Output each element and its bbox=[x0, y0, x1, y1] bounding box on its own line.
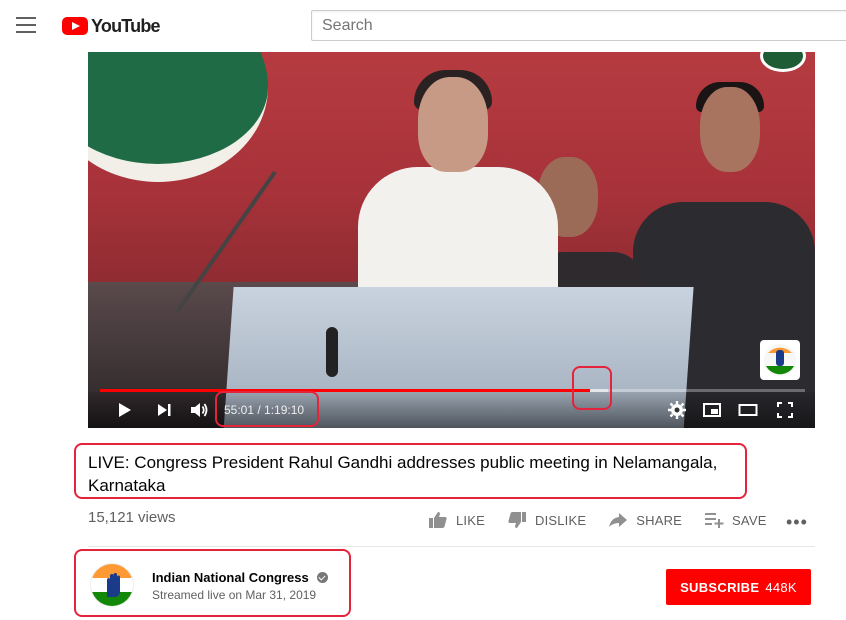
video-title: LIVE: Congress President Rahul Gandhi ad… bbox=[88, 453, 718, 495]
divider bbox=[88, 546, 815, 547]
congress-hand-logo-icon bbox=[91, 564, 133, 606]
miniplayer-icon[interactable] bbox=[702, 400, 722, 420]
current-time: 55:01 bbox=[224, 403, 255, 417]
more-actions-icon[interactable]: ••• bbox=[786, 512, 808, 533]
video-player[interactable]: 55:01 / 1:19:10 bbox=[88, 52, 815, 428]
search-input[interactable] bbox=[311, 10, 846, 41]
like-label: LIKE bbox=[456, 512, 485, 528]
top-bar: YouTube bbox=[0, 0, 846, 52]
settings-gear-icon[interactable] bbox=[667, 400, 687, 420]
save-button[interactable]: SAVE bbox=[704, 511, 767, 529]
subscriber-count: 448K bbox=[765, 579, 797, 595]
view-count: 15,121 views bbox=[88, 509, 176, 526]
dislike-button[interactable]: DISLIKE bbox=[507, 511, 586, 529]
fullscreen-icon[interactable] bbox=[775, 400, 795, 420]
thumbs-down-icon bbox=[508, 512, 526, 528]
subscribe-button[interactable]: SUBSCRIBE 448K bbox=[666, 569, 811, 605]
channel-avatar[interactable] bbox=[90, 563, 134, 607]
save-label: SAVE bbox=[732, 512, 767, 528]
logo-text: YouTube bbox=[91, 15, 161, 36]
streamed-date: Streamed live on Mar 31, 2019 bbox=[152, 588, 317, 602]
player-controls: 55:01 / 1:19:10 bbox=[88, 392, 815, 428]
youtube-play-icon bbox=[62, 17, 88, 35]
theater-mode-icon[interactable] bbox=[738, 400, 758, 420]
share-label: SHARE bbox=[636, 512, 683, 528]
play-icon[interactable] bbox=[114, 400, 134, 420]
playlist-add-icon bbox=[705, 513, 724, 528]
hamburger-menu-icon[interactable] bbox=[16, 17, 36, 33]
channel-name[interactable]: Indian National Congress bbox=[152, 570, 309, 585]
dislike-label: DISLIKE bbox=[534, 512, 587, 528]
duration: 1:19:10 bbox=[264, 403, 305, 417]
verified-check-icon bbox=[317, 572, 328, 583]
time-display: 55:01 / 1:19:10 bbox=[224, 403, 305, 417]
share-button[interactable]: SHARE bbox=[608, 511, 682, 529]
party-logo-watermark-icon bbox=[760, 340, 800, 380]
like-button[interactable]: LIKE bbox=[428, 511, 485, 529]
video-actions: LIKE DISLIKE SHARE SAVE bbox=[428, 510, 789, 530]
thumbs-up-icon bbox=[429, 512, 447, 528]
youtube-logo[interactable]: YouTube bbox=[62, 15, 161, 37]
subscribe-label: SUBSCRIBE bbox=[680, 579, 760, 595]
share-arrow-icon bbox=[609, 513, 628, 527]
next-icon[interactable] bbox=[154, 400, 174, 420]
video-frame bbox=[88, 52, 815, 428]
volume-icon[interactable] bbox=[189, 400, 209, 420]
